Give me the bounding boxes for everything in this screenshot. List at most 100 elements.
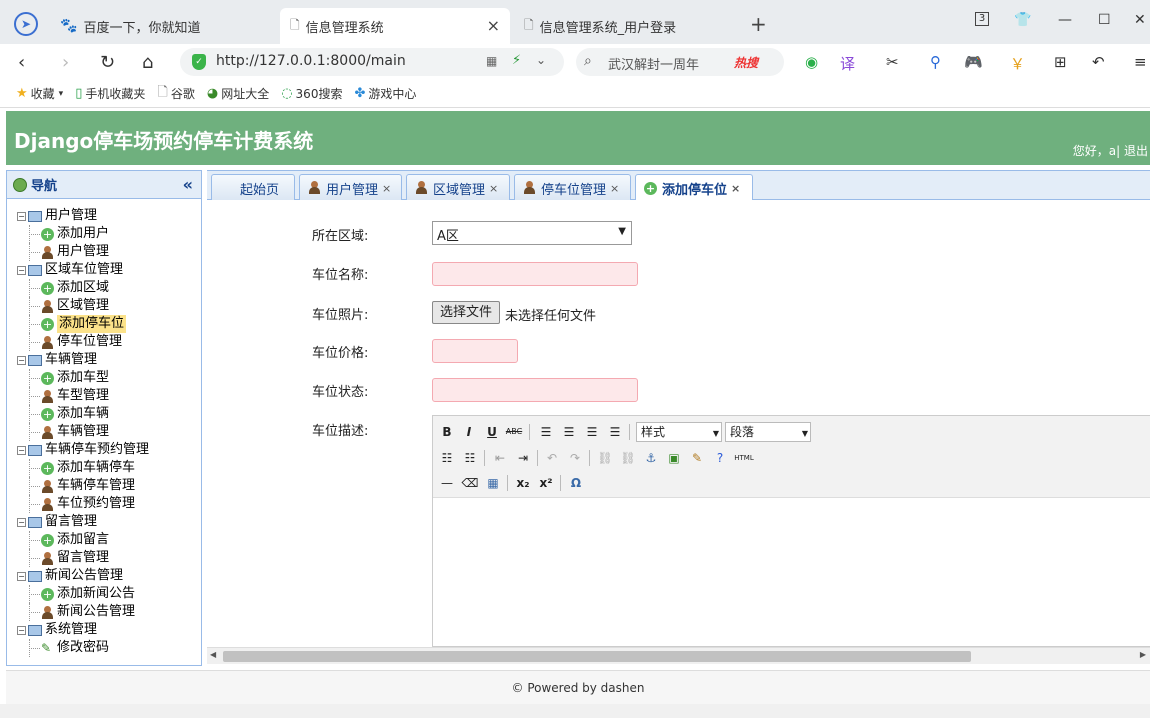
collapse-toggle-icon[interactable]: − [17,625,26,635]
collapse-toggle-icon[interactable]: − [17,355,26,365]
maximize-icon[interactable]: ☐ [1098,12,1111,28]
lightning-icon[interactable]: ⚡ [512,53,521,68]
sidebar-item[interactable]: 车辆管理 [17,423,149,441]
sidebar-group[interactable]: − 区域车位管理 [17,261,149,279]
collapse-icon[interactable]: « [183,175,193,194]
browser-tab-login[interactable]: 🗋 信息管理系统_用户登录 [514,8,744,44]
sidebar-item[interactable]: 车辆停车管理 [17,477,149,495]
image-icon[interactable]: ▣ [665,449,683,467]
browser-logo-icon[interactable]: ➤ [14,12,38,36]
horizontal-rule-button[interactable]: — [438,474,456,492]
html-source-button[interactable]: HTML [731,449,757,467]
sidebar-item[interactable]: 车型管理 [17,387,149,405]
browser-tab-info-system[interactable]: 🗋 信息管理系统 × [280,8,510,44]
collapse-toggle-icon[interactable]: − [17,517,26,527]
sidebar-group[interactable]: − 留言管理 [17,513,149,531]
justify-button[interactable]: ☰ [606,423,624,441]
bookmark-favorites[interactable]: ★ 收藏 ▾ [16,85,63,102]
align-left-button[interactable]: ☰ [537,423,555,441]
qr-icon[interactable]: ▦ [486,54,497,68]
new-tab-button[interactable]: + [750,12,767,36]
reload-icon[interactable]: ↻ [100,52,115,73]
chevron-down-icon[interactable]: ⌄ [536,53,546,67]
menu-icon[interactable]: ≡ [1134,53,1147,71]
sidebar-group[interactable]: − 车辆管理 [17,351,149,369]
eraser-icon[interactable]: ⌫ [461,474,479,492]
sidebar-group[interactable]: − 系统管理 [17,621,149,639]
sidebar-item[interactable]: + 添加停车位 [17,315,149,333]
collapse-toggle-icon[interactable]: − [17,265,26,275]
bullet-list-button[interactable]: ☷ [438,449,456,467]
close-tab-icon[interactable]: × [731,182,740,195]
close-tab-icon[interactable]: × [382,182,391,195]
sidebar-group[interactable]: − 新闻公告管理 [17,567,149,585]
magnifier-icon[interactable]: ⚲ [930,53,941,71]
editor-body[interactable] [433,498,1150,646]
special-char-icon[interactable]: Ω [567,474,585,492]
tab-add-parking-space[interactable]: + 添加停车位 × [635,174,753,202]
sidebar-group[interactable]: − 用户管理 [17,207,149,225]
help-icon[interactable]: ? [711,449,729,467]
scroll-right-icon[interactable]: ▶ [1140,650,1146,659]
bookmark-games[interactable]: ✤ 游戏中心 [354,85,416,102]
bookmark-directory[interactable]: ◕ 网址大全 [207,85,269,102]
game-icon[interactable]: 🎮 [964,53,983,71]
scroll-left-icon[interactable]: ◀ [210,650,216,659]
sidebar-item[interactable]: 新闻公告管理 [17,603,149,621]
sidebar-item[interactable]: 停车位管理 [17,333,149,351]
close-window-icon[interactable]: ✕ [1134,12,1146,28]
chat-extension-icon[interactable]: ◉ [805,53,818,71]
sidebar-item[interactable]: ✎ 修改密码 [17,639,149,657]
redo-icon[interactable]: ↷ [566,449,584,467]
sidebar-item[interactable]: + 添加车型 [17,369,149,387]
close-tab-icon[interactable]: × [610,182,619,195]
paragraph-dropdown[interactable]: 段落 ▼ [725,422,811,442]
superscript-button[interactable]: x² [537,474,555,492]
outdent-button[interactable]: ⇤ [491,449,509,467]
strikethrough-button[interactable]: ABC [505,423,523,441]
indent-button[interactable]: ⇥ [514,449,532,467]
tab-start-page[interactable]: 起始页 [211,174,295,201]
shirt-icon[interactable]: 👕 [1014,12,1031,28]
choose-file-button[interactable]: 选择文件 [432,301,500,324]
browser-tab-baidu[interactable]: 🐾 百度一下，你就知道 [50,8,270,44]
apps-grid-icon[interactable]: ⊞ [1054,53,1067,71]
welcome-logout-text[interactable]: 您好，a| 退出 [1073,142,1148,159]
space-status-input[interactable] [432,378,638,402]
close-tab-icon[interactable]: × [487,16,500,35]
minimize-icon[interactable]: — [1058,12,1072,28]
undo-icon[interactable]: ↶ [1092,53,1105,71]
bold-button[interactable]: B [438,423,456,441]
forward-icon[interactable]: › [62,52,69,73]
tab-area-management[interactable]: 区域管理 × [406,174,510,201]
anchor-icon[interactable]: ⚓ [642,449,660,467]
style-dropdown[interactable]: 样式 ▼ [636,422,722,442]
subscript-button[interactable]: x₂ [514,474,532,492]
sidebar-group[interactable]: − 车辆停车预约管理 [17,441,149,459]
sidebar-item[interactable]: 留言管理 [17,549,149,567]
sidebar-item[interactable]: + 添加新闻公告 [17,585,149,603]
unlink-icon[interactable]: ⛓ [619,449,637,467]
scrollbar-thumb[interactable] [223,651,971,662]
scissors-icon[interactable]: ✂ [886,53,899,71]
tab-parking-space-management[interactable]: 停车位管理 × [514,174,631,201]
home-icon[interactable]: ⌂ [142,52,153,73]
sidebar-item[interactable]: + 添加留言 [17,531,149,549]
area-select[interactable]: A区 ▼ [432,221,632,245]
sidebar-item[interactable]: + 添加区域 [17,279,149,297]
cleanup-icon[interactable]: ✎ [688,449,706,467]
hot-search-label[interactable]: 热搜 [734,54,758,71]
horizontal-scrollbar[interactable]: ◀ ▶ [207,647,1150,664]
tab-count-badge[interactable]: 3 [975,12,989,26]
align-right-button[interactable]: ☰ [583,423,601,441]
undo-icon[interactable]: ↶ [543,449,561,467]
underline-button[interactable]: U [483,423,501,441]
sidebar-item[interactable]: + 添加车辆 [17,405,149,423]
bookmark-360-search[interactable]: ◌ 360搜索 [281,85,342,102]
numbered-list-button[interactable]: ☷ [461,449,479,467]
collapse-toggle-icon[interactable]: − [17,445,26,455]
translate-extension-icon[interactable]: 译 [840,53,855,74]
collapse-toggle-icon[interactable]: − [17,571,26,581]
sidebar-item[interactable]: 区域管理 [17,297,149,315]
collapse-toggle-icon[interactable]: − [17,211,26,221]
